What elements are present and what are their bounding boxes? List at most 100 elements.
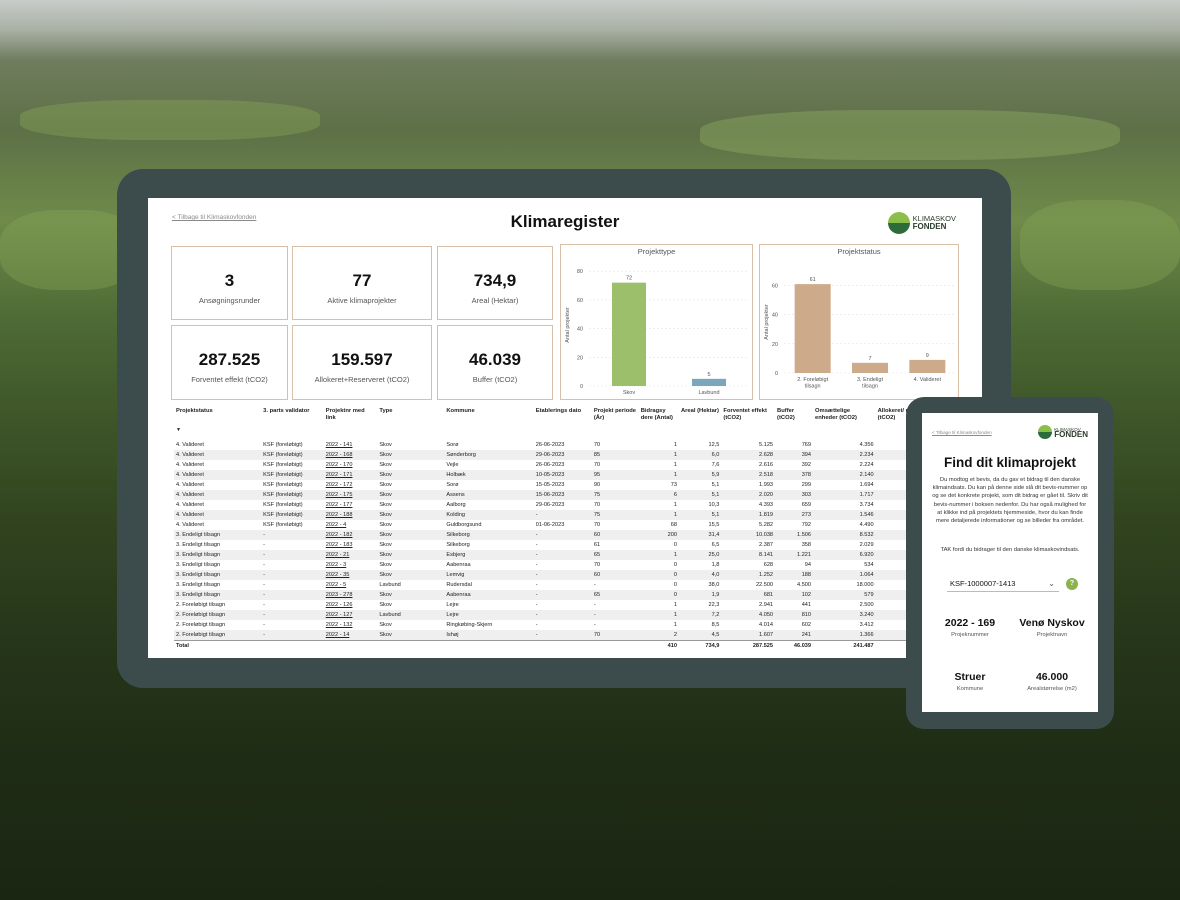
table-header-cell[interactable]: Forventet effekt (tCO2) (721, 408, 775, 440)
project-link[interactable]: 2022 - 183 (324, 540, 378, 550)
table-row: 3. Endeligt tilsagn -2022 - 182 Skov Silkeb… (174, 530, 974, 540)
table-header-cell[interactable]: Areal (Hektar) (679, 408, 721, 440)
project-link[interactable]: 2022 - 182 (323, 530, 378, 540)
table-cell: KSF (foreløbigt) (263, 502, 303, 508)
category-label: Skov (623, 390, 635, 396)
category-label: 4. Valideret (914, 377, 942, 383)
table-cell: Skov (377, 470, 445, 480)
project-link[interactable]: 2022 - 132 (324, 620, 378, 630)
bar (852, 362, 888, 373)
table-cell: 6,0 (678, 450, 722, 460)
table-cell: 579 (813, 590, 876, 600)
project-link[interactable]: 2022 - 14 (323, 630, 378, 641)
project-link[interactable]: 2022 - 21 (323, 550, 378, 560)
stat-value: 159.597 (331, 350, 393, 369)
table-cell: 681 (721, 590, 776, 600)
table-cell: KSF (foreløbigt) (263, 522, 303, 528)
table-cell: 659 (801, 502, 812, 508)
sort-indicator-icon[interactable]: ▼ (176, 427, 259, 434)
table-cell: 10-05-2023 (533, 470, 592, 480)
table-cell: 792 (801, 522, 812, 528)
table-cell: Rudersdal (446, 582, 472, 588)
table-row: 3. Endeligt tilsagn - 2022 - 183 Skov Silkeb… (174, 540, 974, 550)
table-cell: 7,2 (678, 610, 722, 620)
total-cell: 410 (638, 640, 679, 651)
table-header-cell[interactable]: Etablerings dato (534, 408, 592, 440)
project-link[interactable]: 2023 - 278 (323, 590, 378, 600)
table-cell: 26-06-2023 (535, 462, 565, 468)
project-link[interactable]: 2022 - 175 (323, 490, 378, 500)
project-link[interactable]: 2022 - 172 (324, 480, 378, 490)
project-link[interactable]: 2022 - 3 (324, 560, 378, 570)
table-cell: 2.029 (859, 542, 874, 548)
table-cell: 4,5 (678, 630, 722, 641)
total-cell (533, 640, 592, 651)
help-icon[interactable]: ? (1066, 578, 1078, 590)
table-cell: Skov (379, 542, 392, 548)
table-cell: 4. Valideret (176, 522, 204, 528)
mobile-logo[interactable]: KLIMASKOV FONDEN (1038, 425, 1088, 439)
project-link[interactable]: 2022 - 171 (323, 470, 378, 480)
table-cell: Skov (377, 530, 445, 540)
table-cell: 6,5 (711, 542, 720, 548)
table-cell: 61 (593, 542, 601, 548)
table-cell: 1.546 (813, 510, 876, 520)
table-cell: - (535, 542, 538, 548)
table-cell: Skov (379, 522, 392, 528)
total-cell (444, 640, 534, 651)
area-value: 46.000 (1035, 671, 1069, 683)
project-link[interactable]: 2022 - 141 (324, 440, 378, 450)
table-header-cell[interactable]: Bidragsy dere (Antal) (639, 408, 679, 440)
table-cell: 2.387 (759, 542, 774, 548)
table-cell: 15,5 (708, 522, 720, 528)
project-name-label: Projektnavn (1036, 632, 1068, 638)
table-header-cell[interactable]: Buffer (tCO2) (775, 408, 813, 440)
table-cell: - (535, 622, 538, 628)
project-link[interactable]: 2022 - 127 (323, 610, 378, 620)
table-cell: 1 (673, 462, 677, 468)
table-header-cell[interactable]: Projektnr med link (324, 408, 378, 440)
total-cell (261, 640, 324, 651)
project-link[interactable]: 2022 - 168 (323, 450, 378, 460)
certificate-select[interactable]: KSF-1000007-1413 ⌄ (947, 577, 1059, 592)
project-link[interactable]: 2022 - 5 (324, 580, 378, 590)
project-link[interactable]: 2022 - 177 (324, 500, 378, 510)
table-header-cell[interactable]: Projektstatus ▼ (174, 408, 261, 440)
table-row: 4. Valideret KSF (foreløbigt) 2022 - 188 Sk… (174, 510, 974, 520)
table-cell: Skov (379, 622, 392, 628)
table-cell: 534 (864, 562, 874, 568)
table-cell: 3.734 (859, 502, 874, 508)
table-header-cell[interactable]: Omsættelige enheder (tCO2) (813, 408, 876, 440)
table-cell: 2.500 (859, 602, 874, 608)
table-header-cell[interactable]: 3. parts validator (261, 408, 324, 440)
dashboard-screen: < Tilbage til Klimaskovfonden Klimaregis… (148, 198, 982, 658)
table-cell: 4.050 (721, 610, 776, 620)
y-tick-label: 60 (772, 284, 778, 290)
table-cell: 4. Valideret (176, 482, 204, 488)
mobile-back-link[interactable]: < Tilbage til Klimaskovfonden (932, 430, 992, 435)
table-cell: 18.000 (856, 582, 874, 588)
area-label: Arealstørrelse (m2) (1027, 686, 1077, 692)
table-header-cell[interactable]: Projekt periode (År) (592, 408, 639, 440)
background-field (1020, 200, 1180, 290)
project-link[interactable]: 2022 - 188 (323, 510, 378, 520)
projektstatus-chart: Projektstatus 0 20 40 60 Antal projekter 61 2.… (759, 244, 959, 400)
table-cell: 188 (775, 570, 814, 580)
table-header-row: Projektstatus ▼ 3. parts validator Projektn… (174, 408, 974, 440)
table-cell: 102 (775, 590, 814, 600)
table-header-cell[interactable]: Type (377, 408, 444, 440)
table-cell: 26-06-2023 (535, 442, 565, 448)
project-link[interactable]: 2022 - 126 (324, 600, 378, 610)
project-link[interactable]: 2022 - 170 (324, 460, 378, 470)
project-link[interactable]: 2022 - 4 (324, 520, 378, 530)
mobile-description: Du modtog et bevis, da du gav et bidrag … (932, 477, 1088, 525)
project-link[interactable]: 2022 - 35 (323, 570, 378, 580)
table-cell: - (263, 622, 266, 628)
table-cell: 1,9 (678, 590, 722, 600)
certificate-select-value: KSF-1000007-1413 (950, 579, 1016, 588)
table-header-cell[interactable]: Kommune (444, 408, 533, 440)
bar (612, 282, 646, 386)
table-cell: 70 (593, 562, 601, 568)
table-cell: - (261, 630, 324, 641)
logo[interactable]: KLIMASKOV FONDEN (887, 212, 956, 234)
